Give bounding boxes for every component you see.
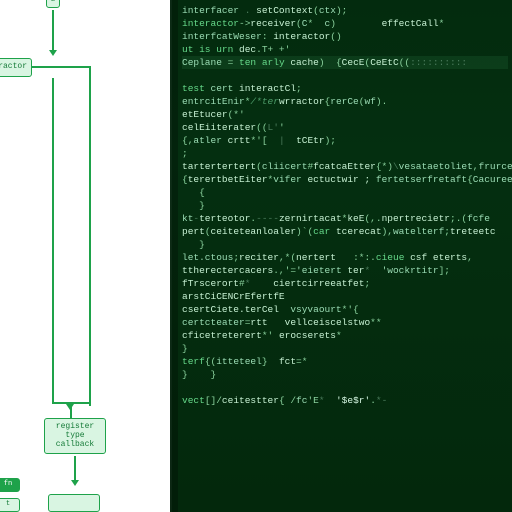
code-line: { bbox=[182, 186, 508, 199]
code-line: } bbox=[182, 238, 508, 251]
code-line: arstCiCENCrEfertfE bbox=[182, 290, 508, 303]
code-line: ut is urn dec.T+ +' bbox=[182, 43, 508, 56]
code-line: } } bbox=[182, 368, 508, 381]
flow-node-label: E bbox=[51, 0, 55, 4]
flow-node-label: register bbox=[56, 422, 94, 431]
code-line: kt-terteotor.----zernirtacat*keE(,.npert… bbox=[182, 212, 508, 225]
flow-node-side[interactable]: interactor bbox=[0, 58, 32, 77]
arrow-down-icon bbox=[71, 480, 79, 486]
code-line: pert(ceiteteanloaler)`(car tcerecat),wat… bbox=[182, 225, 508, 238]
flow-node-top-stub[interactable]: E bbox=[46, 0, 60, 8]
flow-connector bbox=[32, 66, 90, 68]
code-content[interactable]: interfacer . setContext(ctx);interactor-… bbox=[170, 0, 512, 411]
code-line: celEiiterater((L'' bbox=[182, 121, 508, 134]
code-line bbox=[182, 381, 508, 394]
code-line: fTrscerort#* ciertcirreeatfet; bbox=[182, 277, 508, 290]
code-line: csertCiete.terCel vsyvaourt*'{ bbox=[182, 303, 508, 316]
flow-node-label: t bbox=[6, 500, 10, 508]
code-line: test cert interactCl; bbox=[182, 82, 508, 95]
flow-node-tiny-left[interactable]: fn bbox=[0, 478, 20, 492]
code-line: certcteater=rtt vellceiscelstwo** bbox=[182, 316, 508, 329]
arrow-down-icon bbox=[49, 50, 57, 56]
code-line: Ceplane = ten arly cache) {CecE(CeEtC((:… bbox=[182, 56, 508, 69]
flowchart-panel: E interactor register type callback fn t bbox=[0, 0, 170, 512]
code-line: etEtucer(*' bbox=[182, 108, 508, 121]
editor-gutter bbox=[170, 0, 178, 512]
flow-node-label: type bbox=[65, 431, 84, 440]
code-editor[interactable]: interfacer . setContext(ctx);interactor-… bbox=[170, 0, 512, 512]
code-line: let.ctous;reciter,*(nertert :*:.cieue cs… bbox=[182, 251, 508, 264]
code-line: cficetreterert*' erocserets* bbox=[182, 329, 508, 342]
code-line: ; bbox=[182, 147, 508, 160]
code-line: tartertertert(cliicert#fcatcaEtter{*)\ve… bbox=[182, 160, 508, 173]
flow-connector bbox=[70, 404, 72, 418]
flow-connector bbox=[52, 10, 54, 52]
code-line: {terertbetEiter*vifer ectuctwir ; fertet… bbox=[182, 173, 508, 186]
code-line: vect[]/ceitestter{ /fc'E* '$e$r'.*- bbox=[182, 394, 508, 407]
code-line: ttherectercacers.,'='eietert ter* 'wockr… bbox=[182, 264, 508, 277]
flow-connector bbox=[52, 78, 54, 402]
code-line: interactor->receiver(C* c) effectCall* bbox=[182, 17, 508, 30]
code-line: entrcitEnir*/*terwrractor{rerCe(wf). bbox=[182, 95, 508, 108]
code-line bbox=[182, 69, 508, 82]
flow-connector bbox=[74, 456, 76, 482]
code-line: } bbox=[182, 342, 508, 355]
code-line: } bbox=[182, 199, 508, 212]
flow-node-label: callback bbox=[56, 440, 94, 449]
flow-node-tiny-left-2[interactable]: t bbox=[0, 498, 20, 512]
code-line: interfacer . setContext(ctx); bbox=[182, 4, 508, 17]
code-line: terf{(itteteel} fct=* bbox=[182, 355, 508, 368]
flow-node-label: interactor bbox=[0, 62, 27, 71]
flow-node-register[interactable]: register type callback bbox=[44, 418, 106, 454]
code-line: {,atler crtt*'[ | tCEtr); bbox=[182, 134, 508, 147]
flow-connector bbox=[89, 66, 91, 406]
flow-node-bottom-cut[interactable] bbox=[48, 494, 100, 512]
code-line: interfcatWeser: interactor() bbox=[182, 30, 508, 43]
flow-node-label: fn bbox=[4, 480, 12, 488]
